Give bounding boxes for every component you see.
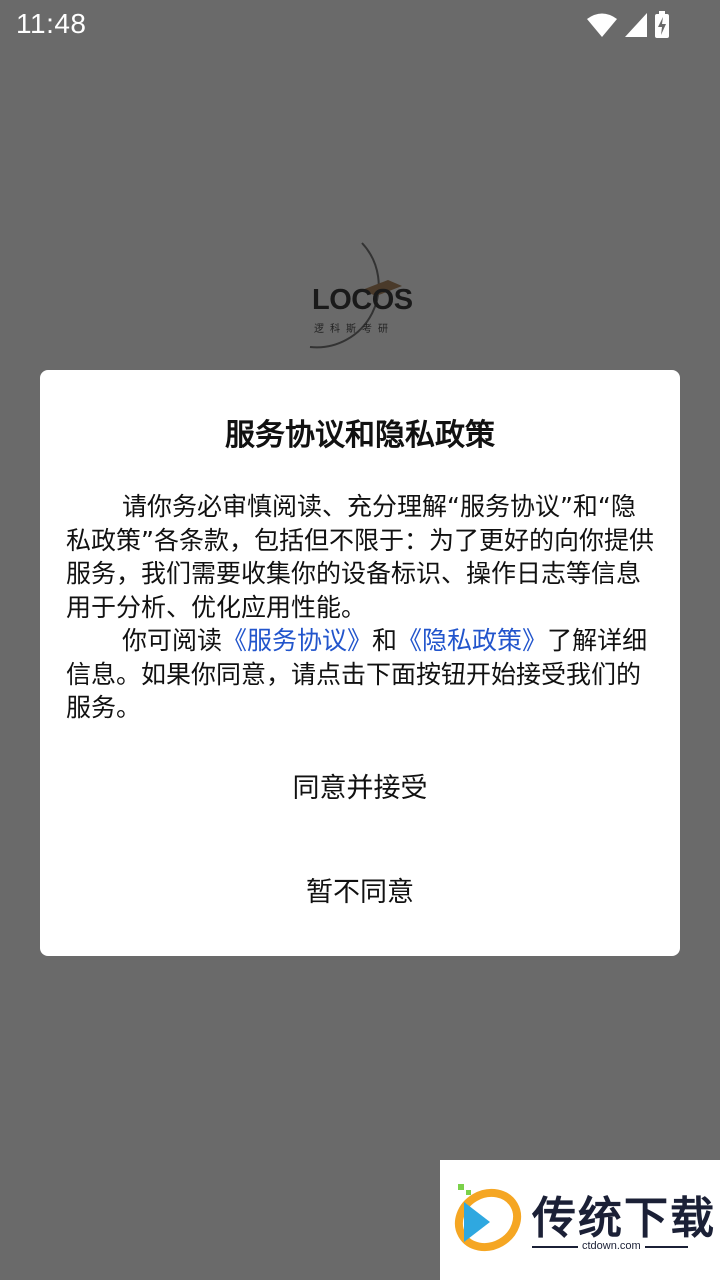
signal-icon bbox=[625, 13, 647, 37]
service-agreement-link[interactable]: 《服务协议》 bbox=[222, 626, 372, 655]
watermark-brand: 传统下载 bbox=[532, 1193, 716, 1244]
splash-logo: LOCOS 逻科斯考研 bbox=[296, 240, 424, 370]
watermark: 传统下载 ctdown.com bbox=[440, 1160, 720, 1280]
status-icons bbox=[586, 10, 670, 40]
wifi-icon bbox=[587, 13, 617, 37]
disagree-button[interactable]: 暂不同意 bbox=[40, 870, 680, 910]
dialog-body: 请你务必审慎阅读、充分理解“服务协议”和“隐私政策”各条款，包括但不限于：为了更… bbox=[66, 490, 658, 725]
watermark-logo-icon bbox=[454, 1184, 522, 1252]
dialog-paragraph-2: 你可阅读《服务协议》和《隐私政策》了解详细信息。如果你同意，请点击下面按钮开始接… bbox=[66, 624, 658, 725]
dialog-paragraph-1: 请你务必审慎阅读、充分理解“服务协议”和“隐私政策”各条款，包括但不限于：为了更… bbox=[66, 492, 654, 622]
status-bar: 11:48 bbox=[0, 0, 720, 50]
paragraph-2-prefix: 你可阅读 bbox=[122, 626, 223, 655]
agree-button[interactable]: 同意并接受 bbox=[40, 766, 680, 806]
logo-text: LOCOS bbox=[312, 284, 413, 316]
status-time: 11:48 bbox=[16, 8, 87, 39]
logo-subtitle: 逻科斯考研 bbox=[314, 324, 394, 335]
paragraph-2-and: 和 bbox=[372, 626, 398, 655]
watermark-url: ctdown.com bbox=[578, 1240, 645, 1252]
privacy-dialog: 服务协议和隐私政策 请你务必审慎阅读、充分理解“服务协议”和“隐私政策”各条款，… bbox=[40, 370, 680, 956]
privacy-policy-link[interactable]: 《隐私政策》 bbox=[397, 626, 547, 655]
dialog-title: 服务协议和隐私政策 bbox=[225, 418, 495, 453]
battery-charging-icon bbox=[655, 11, 669, 38]
